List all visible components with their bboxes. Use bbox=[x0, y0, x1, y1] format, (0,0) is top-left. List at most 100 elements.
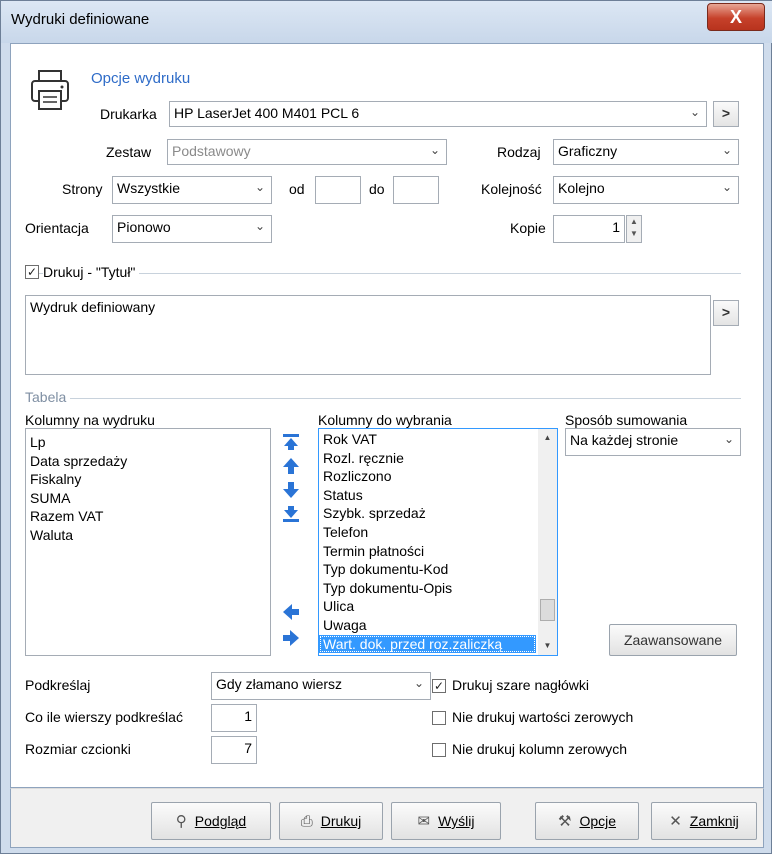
available-column-item[interactable]: Szybk. sprzedaż bbox=[319, 504, 557, 523]
to-input[interactable] bbox=[393, 176, 439, 204]
scroll-up-icon[interactable]: ▲ bbox=[538, 429, 557, 447]
type-label: Rodzaj bbox=[497, 144, 541, 160]
print-column-item[interactable]: Lp bbox=[26, 433, 270, 452]
no-zero-columns-checkbox[interactable] bbox=[432, 743, 446, 757]
available-column-item[interactable]: Rozliczono bbox=[319, 467, 557, 486]
orientation-label: Orientacja bbox=[25, 220, 89, 236]
pages-label: Strony bbox=[62, 181, 103, 197]
gray-headers-label: Drukuj szare nagłówki bbox=[452, 677, 589, 693]
move-down-icon[interactable] bbox=[281, 480, 301, 500]
available-column-item[interactable]: Rozl. ręcznie bbox=[319, 449, 557, 468]
print-title-label: Drukuj - "Tytuł" bbox=[43, 264, 140, 280]
scroll-down-icon[interactable]: ▼ bbox=[538, 637, 557, 655]
order-select[interactable]: Kolejno ⌄ bbox=[553, 176, 739, 204]
advanced-button[interactable]: Zaawansowane bbox=[609, 624, 737, 656]
print-column-item[interactable]: Razem VAT bbox=[26, 507, 270, 526]
send-label: Wyślij bbox=[438, 813, 475, 829]
title-bar: Wydruki definiowane X bbox=[1, 1, 772, 43]
pages-value: Wszystkie bbox=[117, 180, 180, 196]
every-rows-input[interactable]: 1 bbox=[211, 704, 257, 732]
available-scrollbar[interactable]: ▲ ▼ bbox=[538, 429, 557, 655]
every-rows-label: Co ile wierszy podkreślać bbox=[25, 709, 183, 725]
type-value: Graficzny bbox=[558, 143, 618, 159]
available-column-item[interactable]: Rok VAT bbox=[319, 430, 557, 449]
chevron-down-icon: ⌄ bbox=[429, 143, 440, 157]
button-bar: ⚲ Podgląd ⎙ Drukuj ✉ Wyślij ⚒ Opcje ✕ Zamknij bbox=[10, 788, 764, 848]
close-window-button[interactable]: X bbox=[707, 3, 765, 31]
type-select[interactable]: Graficzny ⌄ bbox=[553, 139, 739, 165]
add-column-left-icon[interactable] bbox=[281, 602, 301, 622]
print-column-item[interactable]: Fiskalny bbox=[26, 470, 270, 489]
orientation-select[interactable]: Pionowo ⌄ bbox=[112, 215, 272, 243]
table-divider bbox=[25, 398, 741, 399]
spin-up-icon[interactable]: ▲ bbox=[627, 216, 641, 228]
send-button[interactable]: ✉ Wyślij bbox=[391, 802, 501, 840]
print-options-heading: Opcje wydruku bbox=[91, 70, 191, 87]
copies-spinner[interactable]: ▲ ▼ bbox=[626, 215, 642, 243]
print-columns-list[interactable]: Lp Data sprzedaży Fiskalny SUMA Razem VAT Wal… bbox=[25, 428, 271, 656]
no-zero-values-checkbox[interactable] bbox=[432, 711, 446, 725]
close-icon: ✕ bbox=[669, 813, 682, 830]
available-column-item[interactable]: Typ dokumentu-Kod bbox=[319, 560, 557, 579]
printer-value: HP LaserJet 400 M401 PCL 6 bbox=[174, 105, 360, 121]
available-column-item[interactable]: Status bbox=[319, 486, 557, 505]
order-label: Kolejność bbox=[481, 181, 542, 197]
available-column-item[interactable]: Wart. dok. przed roz.zaliczką bbox=[319, 634, 536, 654]
window-title: Wydruki definiowane bbox=[11, 11, 150, 28]
available-column-item[interactable]: Termin płatności bbox=[319, 542, 557, 561]
underline-select[interactable]: Gdy złamano wiersz ⌄ bbox=[211, 672, 431, 700]
options-label: Opcje bbox=[579, 813, 617, 829]
set-label: Zestaw bbox=[106, 144, 152, 160]
options-button[interactable]: ⚒ Opcje bbox=[535, 802, 639, 840]
sum-method-select[interactable]: Na każdej stronie ⌄ bbox=[565, 428, 741, 456]
chevron-down-icon: ⌄ bbox=[689, 105, 700, 119]
sum-method-label: Sposób sumowania bbox=[565, 412, 688, 428]
no-zero-values-label: Nie drukuj wartości zerowych bbox=[452, 709, 634, 725]
print-column-item[interactable]: SUMA bbox=[26, 489, 270, 508]
print-label: Drukuj bbox=[320, 813, 362, 829]
title-textarea[interactable]: Wydruk definiowany bbox=[25, 295, 711, 375]
print-column-item[interactable]: Waluta bbox=[26, 526, 270, 545]
set-select[interactable]: Podstawowy ⌄ bbox=[167, 139, 447, 165]
to-label: do bbox=[369, 181, 385, 197]
available-column-item[interactable]: Telefon bbox=[319, 523, 557, 542]
preview-button[interactable]: ⚲ Podgląd bbox=[151, 802, 271, 840]
set-value: Podstawowy bbox=[172, 143, 251, 159]
print-columns-label: Kolumny na wydruku bbox=[25, 412, 155, 428]
print-button[interactable]: ⎙ Drukuj bbox=[279, 802, 383, 840]
dialog-window: Wydruki definiowane X Opcje wydruku Druk… bbox=[0, 0, 772, 854]
print-title-checkbox[interactable]: ✓ bbox=[25, 265, 39, 279]
chevron-down-icon: ⌄ bbox=[721, 180, 732, 194]
scroll-thumb[interactable] bbox=[540, 599, 555, 621]
print-column-item[interactable]: Data sprzedaży bbox=[26, 452, 270, 471]
available-column-item[interactable]: Ulica bbox=[319, 597, 557, 616]
copies-label: Kopie bbox=[510, 220, 546, 236]
magnifier-icon: ⚲ bbox=[175, 813, 187, 830]
underline-value: Gdy złamano wiersz bbox=[216, 676, 343, 692]
gray-headers-checkbox[interactable]: ✓ bbox=[432, 679, 446, 693]
pages-select[interactable]: Wszystkie ⌄ bbox=[112, 176, 272, 204]
printer-select[interactable]: HP LaserJet 400 M401 PCL 6 ⌄ bbox=[169, 101, 707, 127]
from-input[interactable] bbox=[315, 176, 361, 204]
move-bottom-icon[interactable] bbox=[281, 504, 301, 524]
underline-label: Podkreślaj bbox=[25, 677, 91, 693]
remove-column-right-icon[interactable] bbox=[281, 628, 301, 648]
available-column-item[interactable]: Uwaga bbox=[319, 616, 557, 635]
move-up-icon[interactable] bbox=[281, 456, 301, 476]
no-zero-columns-label: Nie drukuj kolumn zerowych bbox=[452, 741, 628, 757]
available-columns-list[interactable]: Rok VAT Rozl. ręcznie Rozliczono Status Szyb… bbox=[318, 428, 558, 656]
close-button[interactable]: ✕ Zamknij bbox=[651, 802, 757, 840]
move-top-icon[interactable] bbox=[281, 432, 301, 452]
available-column-item[interactable]: Typ dokumentu-Opis bbox=[319, 579, 557, 598]
chevron-down-icon: ⌄ bbox=[413, 676, 424, 690]
close-label: Zamknij bbox=[689, 813, 739, 829]
copies-input[interactable]: 1 bbox=[553, 215, 625, 243]
font-size-input[interactable]: 7 bbox=[211, 736, 257, 764]
printer-icon: ⎙ bbox=[300, 812, 313, 830]
title-more-button[interactable]: > bbox=[713, 300, 739, 326]
chevron-down-icon: ⌄ bbox=[254, 219, 265, 233]
dialog-content: Opcje wydruku Drukarka HP LaserJet 400 M… bbox=[10, 43, 764, 788]
printer-more-button[interactable]: > bbox=[713, 101, 739, 127]
chevron-down-icon: ⌄ bbox=[721, 143, 732, 157]
spin-down-icon[interactable]: ▼ bbox=[627, 228, 641, 240]
